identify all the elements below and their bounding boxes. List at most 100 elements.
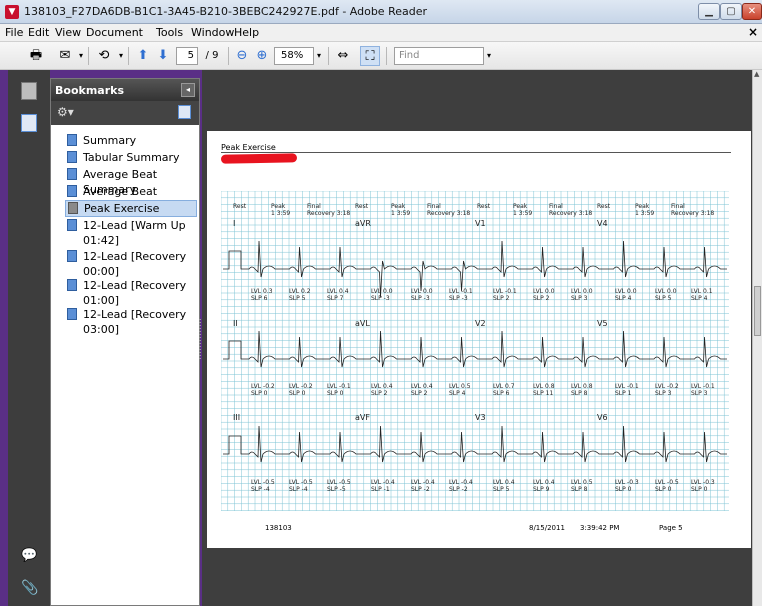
menu-tools[interactable]: Tools bbox=[156, 26, 183, 39]
ecg-st-slope: SLP 0 bbox=[289, 390, 306, 397]
ecg-lead-label: V2 bbox=[475, 319, 486, 328]
ecg-st-level: LVL 0.7 bbox=[493, 383, 515, 390]
footer-page: Page 5 bbox=[659, 524, 683, 532]
fit-page-icon[interactable]: ⛶ bbox=[360, 46, 380, 66]
ecg-header-label: Peak bbox=[635, 203, 650, 210]
ecg-st-level: LVL 0.0 bbox=[571, 288, 593, 295]
ecg-header-label: Rest bbox=[355, 203, 369, 210]
bookmark-item-selected[interactable]: Peak Exercise bbox=[65, 200, 197, 217]
email-dropdown-icon[interactable]: ▾ bbox=[76, 46, 86, 66]
ecg-header-label: Final bbox=[671, 203, 685, 210]
bookmark-item[interactable]: 12-Lead [Recovery 01:00] bbox=[65, 278, 197, 308]
ecg-st-slope: SLP 3 bbox=[655, 390, 672, 397]
panel-resize-handle[interactable] bbox=[199, 319, 201, 359]
ecg-header-label: Final bbox=[549, 203, 563, 210]
find-input[interactable]: Find bbox=[394, 47, 484, 65]
menu-window[interactable]: Window bbox=[191, 26, 234, 39]
ecg-header-sub: Recovery 3:18 bbox=[427, 210, 471, 217]
fit-width-icon[interactable]: ⇔ bbox=[334, 46, 352, 66]
ecg-st-level: LVL 0.0 bbox=[371, 288, 393, 295]
print-icon[interactable]: 🖶 bbox=[26, 46, 46, 66]
email-icon[interactable]: ✉ bbox=[54, 46, 76, 66]
ecg-lead-label: aVL bbox=[355, 319, 370, 328]
ecg-lead-label: II bbox=[233, 319, 238, 328]
find-dropdown-icon[interactable]: ▾ bbox=[484, 46, 494, 66]
menu-view[interactable]: View bbox=[55, 26, 81, 39]
ecg-lead-label: III bbox=[233, 413, 241, 422]
pages-icon[interactable] bbox=[21, 82, 37, 100]
bookmark-icon bbox=[67, 185, 77, 197]
menu-file[interactable]: File bbox=[5, 26, 23, 39]
ecg-st-level: LVL 0.1 bbox=[691, 288, 713, 295]
ecg-header-sub: Recovery 3:18 bbox=[671, 210, 715, 217]
ecg-st-slope: SLP 1 bbox=[615, 390, 632, 397]
bookmarks-icon[interactable] bbox=[21, 114, 37, 132]
bookmark-icon bbox=[67, 134, 77, 146]
close-button[interactable]: ✕ bbox=[742, 3, 762, 20]
zoom-dropdown-icon[interactable]: ▾ bbox=[314, 46, 324, 66]
ecg-st-level: LVL -0.1 bbox=[493, 288, 517, 295]
ecg-lead-label: aVR bbox=[355, 219, 371, 228]
ecg-st-slope: SLP 2 bbox=[533, 295, 550, 302]
window-close-icon: ✕ bbox=[747, 6, 757, 17]
zoom-out-icon[interactable]: ⊖ bbox=[234, 46, 250, 66]
ecg-header-label: Final bbox=[307, 203, 321, 210]
page-number-input[interactable]: 5 bbox=[176, 47, 198, 65]
scrollbar-thumb[interactable] bbox=[754, 286, 761, 336]
ecg-st-level: LVL -0.2 bbox=[251, 383, 275, 390]
attachments-icon[interactable]: 📎 bbox=[21, 580, 38, 598]
vertical-scrollbar[interactable]: ▲ bbox=[752, 70, 762, 606]
bookmark-item[interactable]: 12-Lead [Warm Up 01:42] bbox=[65, 218, 197, 248]
bookmark-item[interactable]: 12-Lead [Recovery 00:00] bbox=[65, 249, 197, 279]
ecg-lead-label: V6 bbox=[597, 413, 608, 422]
ecg-header-label: Peak bbox=[271, 203, 286, 210]
bookmark-item[interactable]: 12-Lead [Recovery 03:00] bbox=[65, 307, 197, 337]
previous-page-icon[interactable]: ⬆ bbox=[134, 46, 152, 66]
footer-time: 3:39:42 PM bbox=[580, 524, 620, 532]
zoom-input[interactable]: 58% bbox=[274, 47, 314, 65]
new-bookmark-icon[interactable] bbox=[178, 105, 191, 119]
ecg-st-slope: SLP 2 bbox=[411, 390, 428, 397]
ecg-st-level: LVL -0.3 bbox=[691, 479, 715, 486]
ecg-st-level: LVL 0.5 bbox=[571, 479, 593, 486]
menu-document[interactable]: Document bbox=[86, 26, 143, 39]
bookmark-item[interactable]: Tabular Summary bbox=[65, 150, 197, 165]
menu-edit[interactable]: Edit bbox=[28, 26, 49, 39]
scroll-up-icon[interactable]: ▲ bbox=[754, 70, 762, 82]
window-title: 138103_F27DA6DB-B1C1-3A45-B210-3BEBC2429… bbox=[24, 5, 427, 18]
ecg-st-level: LVL 0.0 bbox=[533, 288, 555, 295]
ecg-lead-label: V5 bbox=[597, 319, 608, 328]
collaborate-dropdown-icon[interactable]: ▾ bbox=[116, 46, 126, 66]
toolbar-separator bbox=[128, 47, 129, 65]
options-gear-icon[interactable]: ⚙▾ bbox=[57, 105, 74, 119]
ecg-header-label: Rest bbox=[597, 203, 611, 210]
next-page-icon[interactable]: ⬇ bbox=[154, 46, 172, 66]
pdf-page: Peak Exercise Rest Peak Final Rest Peak Final… bbox=[207, 131, 751, 548]
ecg-header-sub: 1 3:59 bbox=[271, 210, 291, 217]
ecg-st-level: LVL 0.0 bbox=[411, 288, 433, 295]
bookmarks-header: Bookmarks ◂ bbox=[51, 79, 199, 101]
ecg-st-slope: SLP -4 bbox=[289, 486, 308, 493]
maximize-button[interactable]: ▢ bbox=[720, 3, 742, 20]
ecg-st-slope: SLP -3 bbox=[371, 295, 390, 302]
bookmark-icon bbox=[67, 279, 77, 291]
window-maximize-icon: ▢ bbox=[726, 6, 736, 17]
bookmark-icon bbox=[67, 219, 77, 231]
ecg-st-level: LVL -0.4 bbox=[449, 479, 473, 486]
ecg-st-level: LVL 0.2 bbox=[289, 288, 311, 295]
menu-help[interactable]: Help bbox=[234, 26, 259, 39]
ecg-st-slope: SLP -3 bbox=[411, 295, 430, 302]
footer-date: 8/15/2011 bbox=[529, 524, 565, 532]
ecg-st-level: LVL -0.5 bbox=[655, 479, 679, 486]
collapse-panel-icon[interactable]: ◂ bbox=[181, 83, 195, 97]
bookmark-item[interactable]: Summary bbox=[65, 133, 197, 148]
zoom-in-icon[interactable]: ⊕ bbox=[254, 46, 270, 66]
bookmarks-title: Bookmarks bbox=[55, 84, 124, 97]
minimize-button[interactable]: ▁ bbox=[698, 3, 720, 20]
document-close-icon[interactable]: × bbox=[748, 25, 758, 39]
ecg-st-slope: SLP 2 bbox=[371, 390, 388, 397]
ecg-st-slope: SLP 4 bbox=[615, 295, 632, 302]
comments-icon[interactable]: 💬 bbox=[21, 548, 37, 566]
collaborate-icon[interactable]: ⟲ bbox=[92, 46, 116, 66]
ecg-header-label: Final bbox=[427, 203, 441, 210]
